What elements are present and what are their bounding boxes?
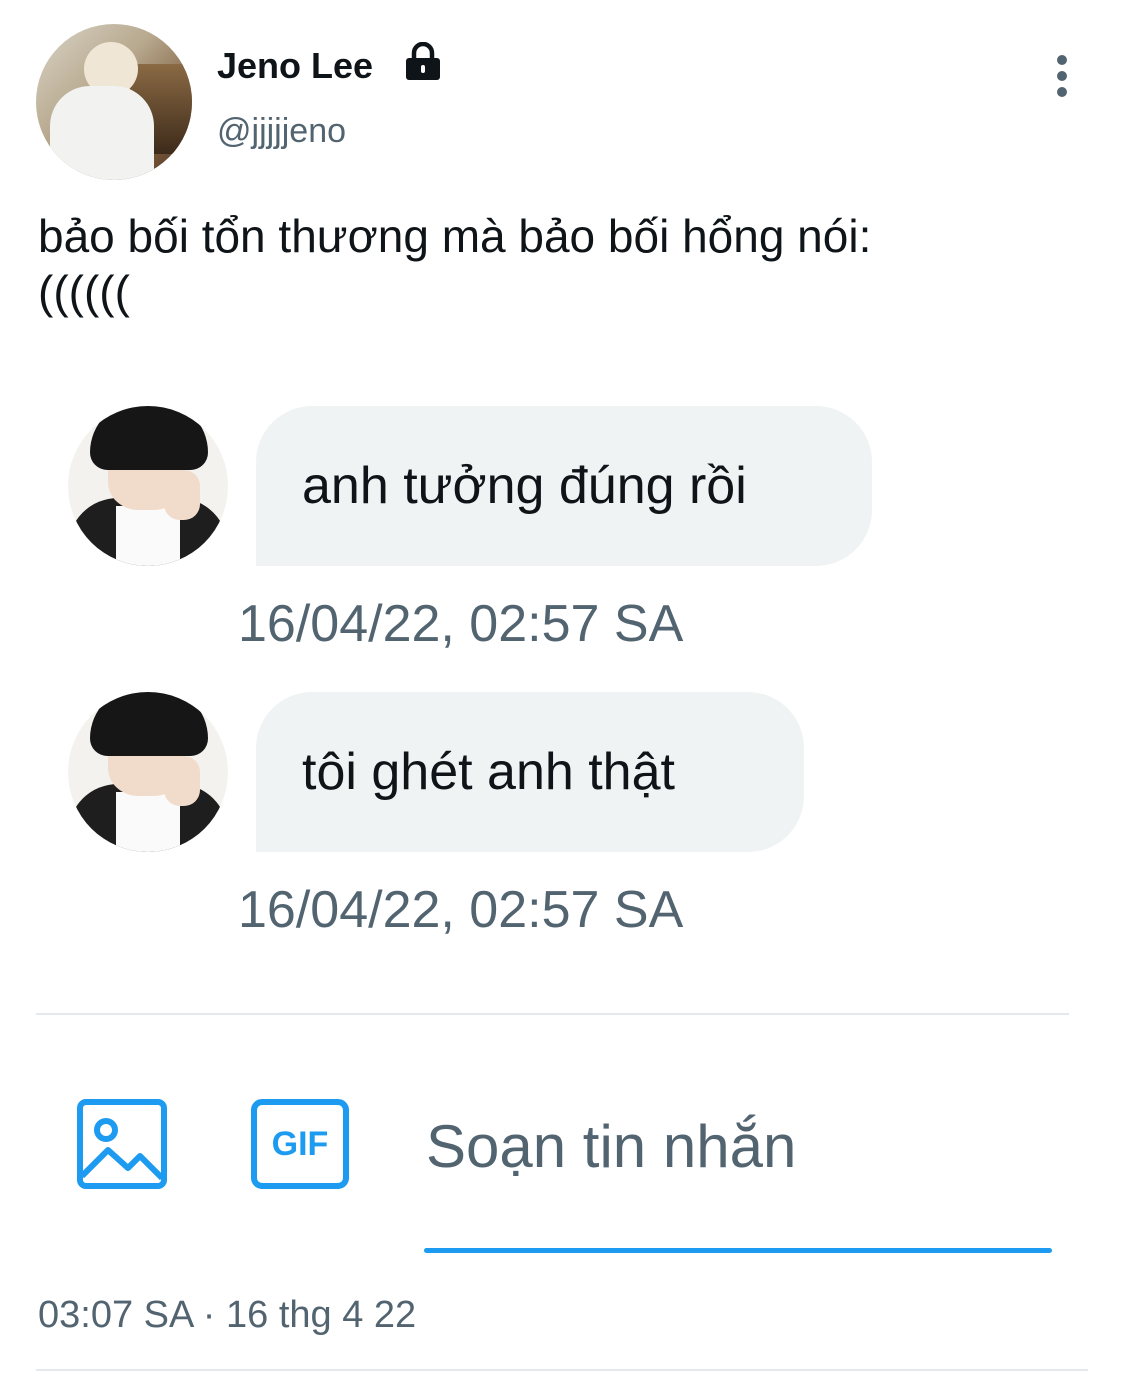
message-timestamp: 16/04/22, 02:57 SA bbox=[238, 595, 684, 653]
image-icon[interactable] bbox=[76, 1098, 168, 1190]
divider bbox=[36, 1013, 1069, 1015]
tweet-timestamp[interactable]: 03:07 SA · 16 thg 4 22 bbox=[38, 1292, 416, 1338]
author-avatar[interactable] bbox=[36, 24, 192, 180]
author-handle[interactable]: @jjjjjeno bbox=[217, 110, 346, 152]
message-sender-avatar bbox=[68, 692, 228, 852]
message-sender-avatar bbox=[68, 406, 228, 566]
message-bubble: anh tưởng đúng rồi bbox=[256, 406, 872, 566]
message-bubble: tôi ghét anh thật bbox=[256, 692, 804, 852]
divider bbox=[36, 1369, 1088, 1371]
gif-button[interactable]: GIF bbox=[250, 1098, 350, 1190]
message-timestamp: 16/04/22, 02:57 SA bbox=[238, 881, 684, 939]
tweet-text: bảo bối tổn thương mà bảo bối hổng nói: … bbox=[38, 210, 872, 318]
message-compose-input[interactable] bbox=[426, 1106, 1056, 1186]
compose-underline bbox=[424, 1248, 1052, 1253]
more-vertical-icon[interactable] bbox=[1042, 52, 1082, 100]
lock-icon bbox=[406, 42, 440, 80]
author-display-name[interactable]: Jeno Lee bbox=[217, 44, 373, 88]
gif-label: GIF bbox=[271, 1125, 329, 1163]
